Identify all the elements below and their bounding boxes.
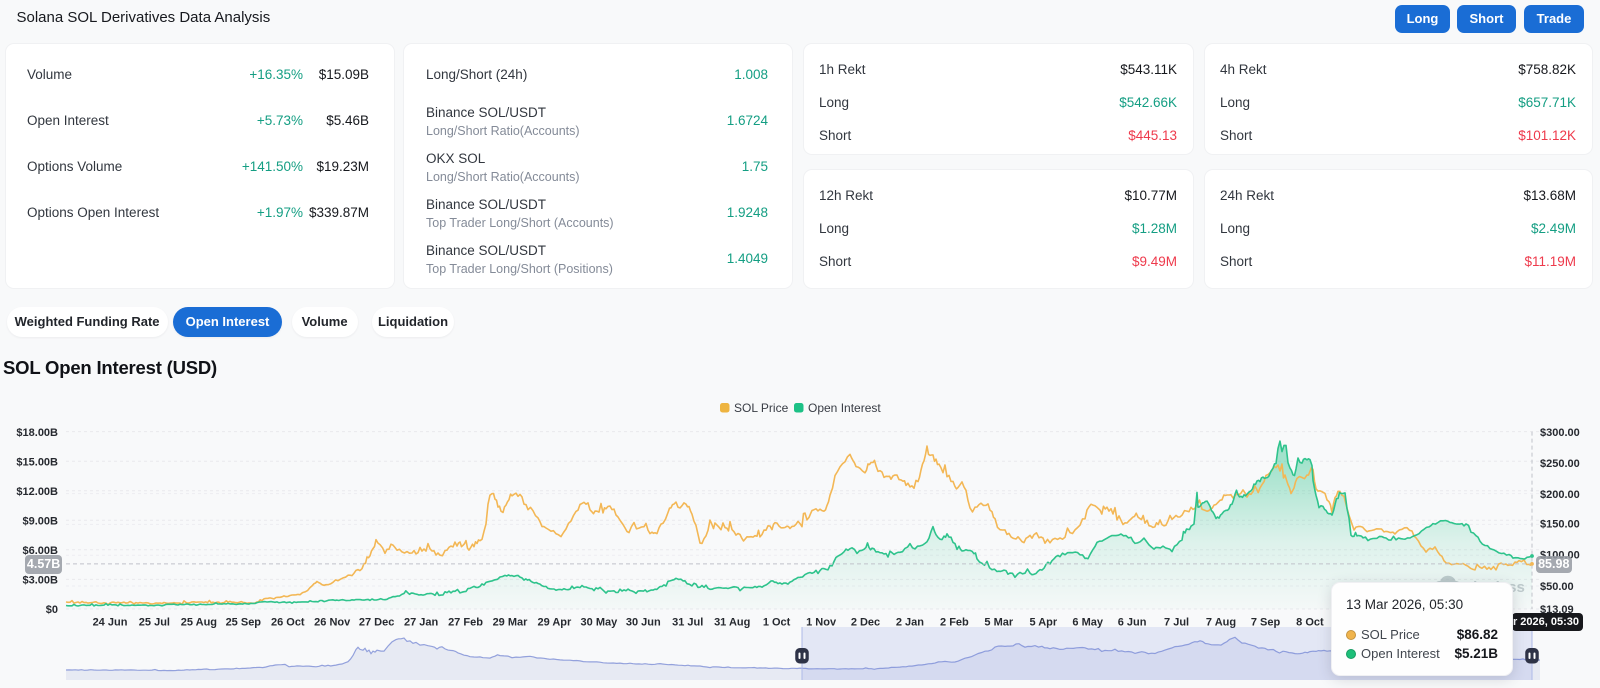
- svg-text:$9.00B: $9.00B: [23, 516, 59, 528]
- svg-text:27 Feb: 27 Feb: [448, 617, 483, 629]
- svg-text:8 Oct: 8 Oct: [1296, 617, 1324, 629]
- svg-text:SOL Price: SOL Price: [734, 401, 789, 415]
- svg-text:31 Aug: 31 Aug: [714, 617, 750, 629]
- svg-text:30 Jun: 30 Jun: [626, 617, 661, 629]
- svg-text:6 May: 6 May: [1072, 617, 1103, 629]
- svg-text:$300.00: $300.00: [1540, 427, 1580, 439]
- svg-text:1 Oct: 1 Oct: [763, 617, 791, 629]
- svg-text:5 Mar: 5 Mar: [984, 617, 1013, 629]
- svg-text:$0: $0: [46, 604, 58, 616]
- svg-text:$50.00: $50.00: [1540, 581, 1574, 593]
- svg-text:1 Nov: 1 Nov: [806, 617, 837, 629]
- svg-text:$12.00B: $12.00B: [16, 486, 58, 498]
- svg-text:$150.00: $150.00: [1540, 518, 1580, 530]
- svg-text:30 May: 30 May: [581, 617, 619, 629]
- svg-text:27 Dec: 27 Dec: [359, 617, 394, 629]
- svg-text:$18.00B: $18.00B: [16, 427, 58, 439]
- svg-text:29 Apr: 29 Apr: [537, 617, 572, 629]
- svg-text:25 Aug: 25 Aug: [181, 617, 217, 629]
- svg-text:26 Oct: 26 Oct: [271, 617, 305, 629]
- svg-text:$15.00B: $15.00B: [16, 456, 58, 468]
- svg-text:Open Interest: Open Interest: [808, 401, 881, 415]
- svg-text:7 Sep: 7 Sep: [1251, 617, 1281, 629]
- svg-text:$200.00: $200.00: [1540, 489, 1580, 501]
- svg-text:6 Jun: 6 Jun: [1118, 617, 1147, 629]
- svg-text:2 Feb: 2 Feb: [940, 617, 969, 629]
- svg-text:24 Jun: 24 Jun: [93, 617, 128, 629]
- svg-text:7 Aug: 7 Aug: [1206, 617, 1236, 629]
- svg-text:5 Apr: 5 Apr: [1029, 617, 1057, 629]
- svg-text:29 Mar: 29 Mar: [493, 617, 529, 629]
- svg-text:31 Jul: 31 Jul: [672, 617, 703, 629]
- svg-text:25 Sep: 25 Sep: [226, 617, 262, 629]
- svg-text:$3.00B: $3.00B: [23, 575, 59, 587]
- svg-text:27 Jan: 27 Jan: [404, 617, 439, 629]
- svg-text:$250.00: $250.00: [1540, 458, 1580, 470]
- svg-text:25 Jul: 25 Jul: [139, 617, 170, 629]
- svg-text:26 Nov: 26 Nov: [314, 617, 351, 629]
- svg-text:7 Jul: 7 Jul: [1164, 617, 1189, 629]
- svg-text:2 Dec: 2 Dec: [851, 617, 880, 629]
- svg-text:2 Jan: 2 Jan: [896, 617, 924, 629]
